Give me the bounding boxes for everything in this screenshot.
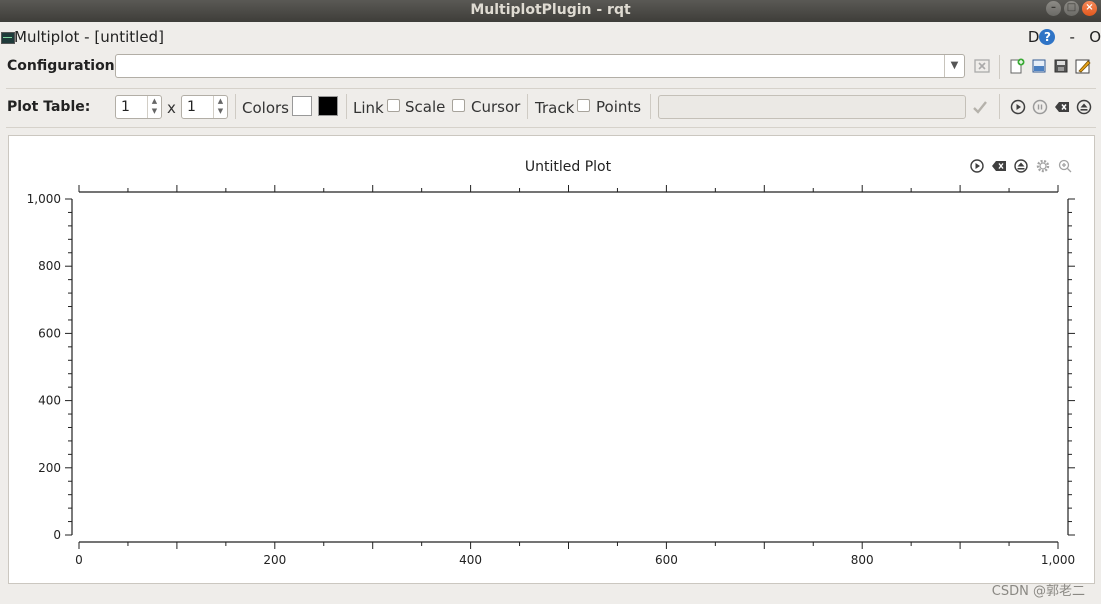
minimize-plugin-button[interactable]: - (1069, 28, 1074, 46)
plot-title: Untitled Plot (525, 159, 612, 175)
x-tick-label: 1,000 (1041, 553, 1075, 567)
watermark: CSDN @郭老二 (991, 584, 1085, 599)
clear-icon[interactable] (974, 58, 990, 74)
clear-icon[interactable] (1054, 99, 1070, 115)
configuration-combobox[interactable]: ▼ (115, 54, 965, 78)
dock-button[interactable]: D (1028, 28, 1040, 46)
export-icon[interactable] (1076, 99, 1092, 115)
cols-spinbox[interactable]: 1 ▲ ▼ (181, 95, 228, 119)
toolbar-separator (346, 94, 347, 119)
y-tick-label: 800 (38, 259, 61, 273)
play-icon[interactable] (1010, 99, 1026, 115)
y-tick-label: 400 (38, 394, 61, 408)
colors-label: Colors (242, 99, 289, 117)
x-tick-label: 0 (75, 553, 83, 567)
axis-ticks: 0 200 400 600 800 1,000 0 200 400 600 800 1,000 (27, 185, 1075, 567)
toolbar-separator (999, 55, 1000, 79)
settings-icon[interactable] (1036, 159, 1050, 173)
maximize-button[interactable]: □ (1064, 1, 1079, 16)
x-tick-label: 200 (263, 553, 286, 567)
plot-canvas[interactable]: Untitled Plot 0 200 400 600 800 1,000020… (9, 136, 1094, 583)
toolbar-separator (235, 94, 236, 119)
plot-panel: Untitled Plot 0 200 400 600 800 1,000 0 … (8, 135, 1095, 584)
cursor-label: Cursor (471, 98, 521, 116)
points-checkbox[interactable] (577, 99, 590, 112)
y-tick-label: 0 (53, 528, 61, 542)
configuration-label: Configuration: (7, 58, 121, 74)
new-config-icon[interactable] (1009, 58, 1025, 74)
open-config-icon[interactable] (1031, 58, 1047, 74)
export-icon[interactable] (1014, 159, 1028, 173)
plugin-controls: D? - O (1028, 28, 1101, 46)
x-tick-label: 800 (851, 553, 874, 567)
track-label: Track (535, 99, 575, 117)
rows-value: 1 (121, 99, 130, 115)
pause-icon[interactable] (1032, 99, 1048, 115)
points-label: Points (596, 98, 642, 116)
y-tick-label: 600 (38, 326, 61, 340)
apply-check-icon[interactable] (972, 99, 988, 115)
cursor-checkbox[interactable] (452, 99, 465, 112)
plot-table-label: Plot Table: (7, 99, 91, 115)
play-icon[interactable] (970, 159, 984, 173)
save-config-icon[interactable] (1053, 58, 1069, 74)
close-plugin-button[interactable]: O (1089, 28, 1101, 46)
plugin-header: Multiplot - [untitled] D? - O (0, 26, 1101, 48)
toolbar-divider (6, 127, 1096, 128)
chart-frame (71, 191, 1069, 543)
toolbar-divider (6, 88, 1096, 89)
window-titlebar[interactable]: MultiplotPlugin - rqt – □ × (0, 0, 1101, 22)
plot-toolbar (970, 159, 1072, 173)
toolbar-separator (527, 94, 528, 119)
plugin-title: Multiplot - [untitled] (14, 28, 164, 46)
cols-value: 1 (187, 99, 196, 115)
minimize-button[interactable]: – (1046, 1, 1061, 16)
foreground-color-swatch[interactable] (318, 96, 338, 116)
rows-spinbox[interactable]: 1 ▲ ▼ (115, 95, 162, 119)
scale-checkbox[interactable] (387, 99, 400, 112)
x-tick-label: 400 (459, 553, 482, 567)
help-icon[interactable]: ? (1039, 29, 1056, 45)
link-label: Link (353, 99, 384, 117)
toolbar-separator (650, 94, 651, 119)
y-tick-label: 1,000 (27, 192, 61, 206)
window-controls: – □ × (1046, 1, 1097, 16)
times-label: x (167, 99, 176, 117)
clear-icon[interactable] (992, 161, 1006, 171)
scale-label: Scale (405, 98, 446, 116)
close-button[interactable]: × (1082, 1, 1097, 16)
status-strip (0, 584, 1101, 604)
chevron-down-icon[interactable]: ▼ (944, 55, 964, 77)
plugin-icon (1, 32, 15, 44)
cols-stepper[interactable]: ▲ ▼ (213, 96, 227, 118)
background-color-swatch[interactable] (292, 96, 312, 116)
window-title: MultiplotPlugin - rqt (470, 2, 631, 18)
x-tick-label: 600 (655, 553, 678, 567)
edit-config-icon[interactable] (1075, 58, 1091, 74)
zoom-icon[interactable] (1058, 159, 1072, 173)
toolbar-separator (999, 94, 1000, 119)
plot-topic-field[interactable] (658, 95, 966, 119)
rows-stepper[interactable]: ▲ ▼ (147, 96, 161, 118)
y-tick-label: 200 (38, 461, 61, 475)
